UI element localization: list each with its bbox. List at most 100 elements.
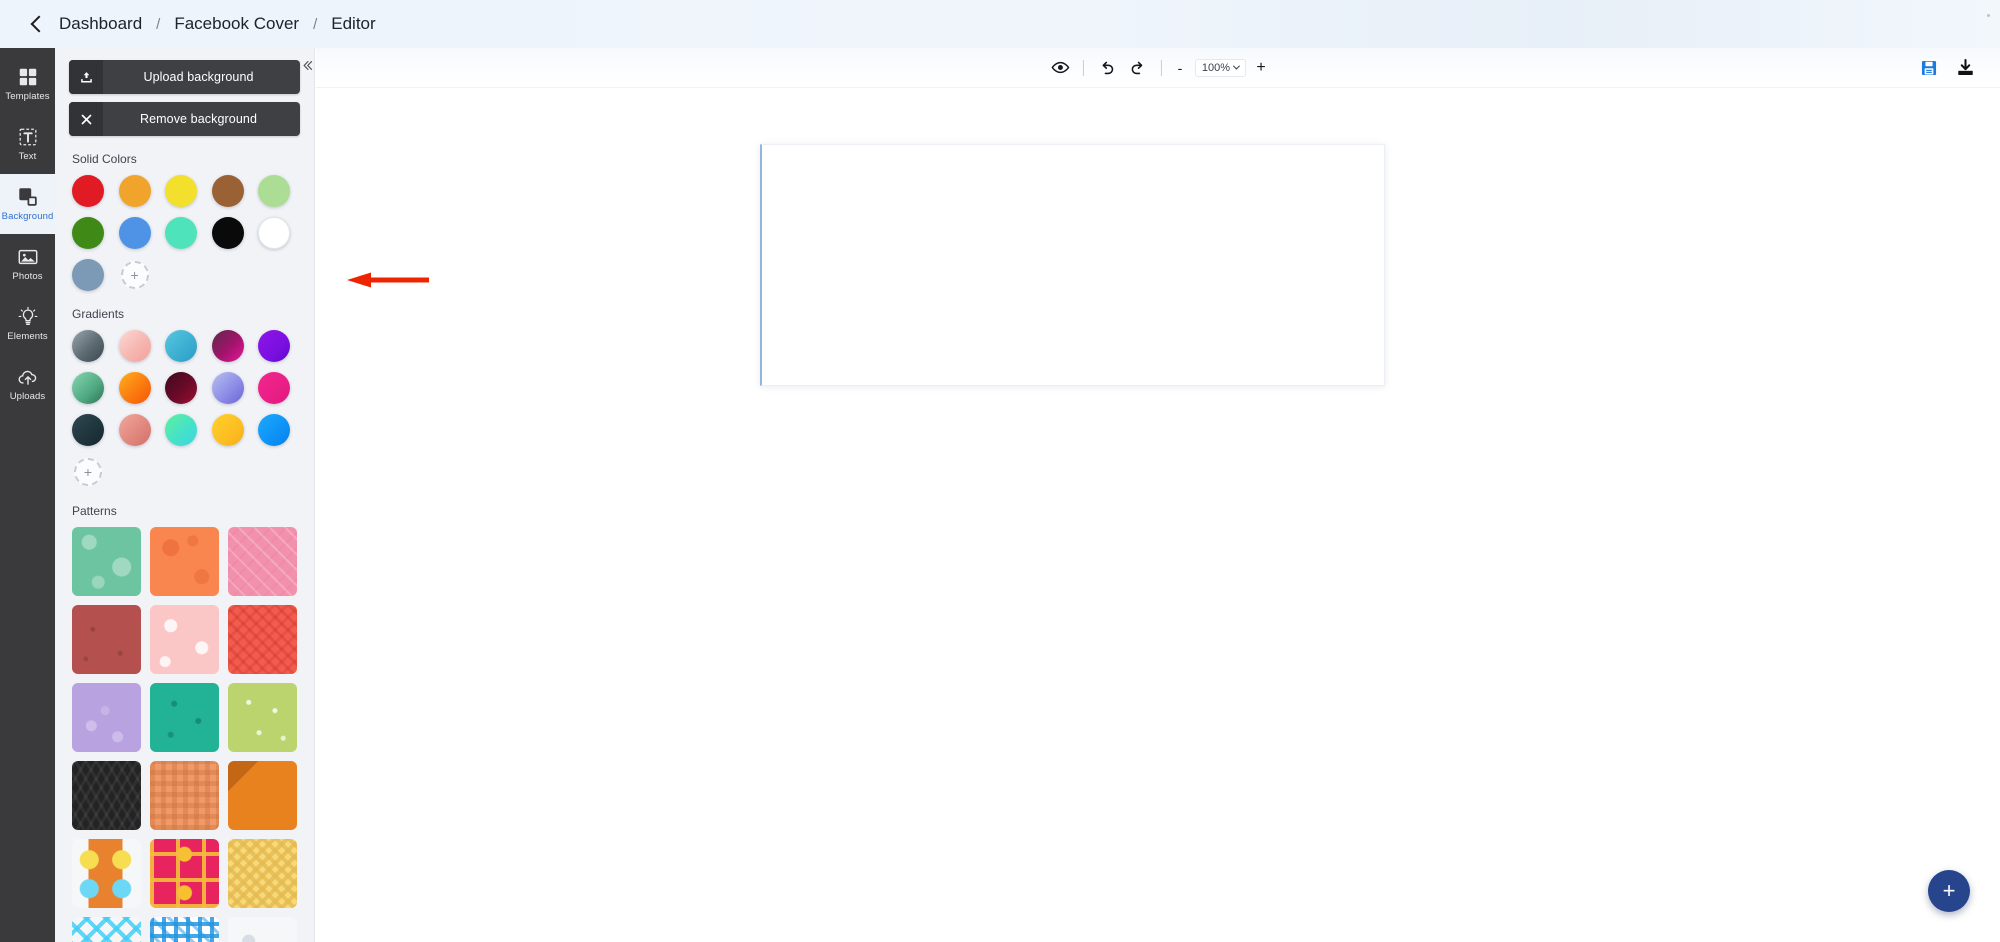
gradient-swatch[interactable] (72, 372, 104, 404)
remove-background-label: Remove background (139, 112, 258, 126)
sidebar-rail: Templates Text Background Photos Element… (0, 48, 55, 942)
orange-blobs-pattern[interactable] (150, 527, 219, 596)
remove-background-button[interactable]: Remove background (69, 102, 300, 136)
upload-background-label: Upload background (143, 70, 254, 84)
white-snowflake-pattern[interactable] (228, 917, 297, 942)
preview-button[interactable] (1049, 57, 1071, 79)
gradient-swatch[interactable] (211, 372, 244, 404)
solid-color-swatch[interactable] (72, 175, 104, 207)
breadcrumb-item-facebook-cover[interactable]: Facebook Cover (174, 14, 299, 34)
chevron-double-left-icon (303, 60, 312, 70)
lime-sparkle-pattern[interactable] (228, 683, 297, 752)
breadcrumb-separator: / (313, 15, 318, 33)
solid-color-swatch[interactable] (72, 259, 104, 291)
toolbar-divider (1082, 59, 1084, 76)
mint-dots-pattern[interactable] (72, 527, 141, 596)
zoom-level-value: 100% (1201, 61, 1231, 74)
eye-icon (1050, 61, 1069, 74)
brick-red-dots-pattern[interactable] (72, 605, 141, 674)
sidebar-item-label: Elements (7, 331, 48, 343)
solid-color-swatch[interactable] (72, 217, 104, 249)
sidebar-item-label: Uploads (9, 391, 46, 403)
undo-button[interactable] (1096, 57, 1118, 79)
pink-hearts-pattern[interactable] (150, 605, 219, 674)
breadcrumb-item-dashboard[interactable]: Dashboard (59, 14, 142, 34)
solid-color-swatch[interactable] (211, 217, 244, 249)
sidebar-item-photos[interactable]: Photos (0, 234, 55, 294)
solid-color-swatch[interactable] (211, 175, 244, 207)
gradient-swatch[interactable] (72, 414, 104, 446)
gradient-swatch[interactable] (258, 414, 291, 446)
save-button[interactable] (1918, 57, 1940, 79)
design-canvas[interactable] (760, 144, 1385, 386)
top-bar: Dashboard / Facebook Cover / Editor (0, 0, 2000, 48)
sidebar-item-uploads[interactable]: Uploads (0, 354, 55, 414)
background-panel: Upload background Remove background Soli… (55, 48, 315, 942)
yellow-beads-pattern[interactable] (72, 839, 141, 908)
image-icon (18, 250, 37, 265)
zoom-out-button[interactable]: - (1174, 57, 1186, 79)
gradient-swatch[interactable] (258, 330, 291, 362)
chevron-down-icon (1233, 62, 1241, 70)
gradient-swatch[interactable] (165, 372, 198, 404)
sidebar-item-templates[interactable]: Templates (0, 54, 55, 114)
lilac-hearts-pattern[interactable] (72, 683, 141, 752)
layers-square-icon (18, 188, 37, 206)
gradient-swatch[interactable] (211, 330, 244, 362)
zoom-in-button[interactable]: + (1255, 57, 1267, 79)
canvas-toolbar: - 100% + (316, 48, 2000, 88)
cloud-upload-icon (18, 371, 36, 386)
sidebar-item-label: Text (18, 151, 37, 163)
solid-color-swatch[interactable] (258, 175, 291, 207)
solid-color-swatch[interactable] (118, 217, 151, 249)
sidebar-item-label: Background (1, 211, 54, 223)
add-solid-color-button[interactable]: + (120, 261, 149, 289)
red-crosshatch-pattern[interactable] (228, 605, 297, 674)
add-gradient-button[interactable]: + (74, 458, 102, 486)
gradient-swatch[interactable] (72, 330, 104, 362)
solid-color-swatch[interactable] (165, 175, 198, 207)
solid-color-swatch[interactable] (165, 217, 198, 249)
pink-confetti-pattern[interactable] (228, 527, 297, 596)
panel-collapse-toggle[interactable] (297, 55, 317, 75)
orange-mosaic-pattern[interactable] (150, 761, 219, 830)
crimson-floral-pattern[interactable] (150, 839, 219, 908)
add-floating-button[interactable]: + (1928, 870, 1970, 912)
upload-background-button[interactable]: Upload background (69, 60, 300, 94)
gradient-swatch[interactable] (118, 372, 151, 404)
solid-colors-title: Solid Colors (72, 152, 137, 166)
solid-color-swatch[interactable] (258, 217, 291, 249)
editor-app: Dashboard / Facebook Cover / Editor Temp… (0, 0, 2000, 942)
patterns-grid (69, 527, 300, 942)
arrow-left-icon (323, 268, 431, 292)
download-button[interactable] (1954, 57, 1976, 79)
gradient-swatch[interactable] (165, 414, 198, 446)
toolbar-divider (1160, 59, 1162, 76)
grid-icon (19, 69, 36, 86)
cyan-ribbon-pattern[interactable] (72, 917, 141, 942)
gradient-swatch[interactable] (258, 372, 291, 404)
lightbulb-icon (18, 307, 37, 326)
gradient-swatch[interactable] (118, 414, 151, 446)
redo-button[interactable] (1127, 57, 1149, 79)
teal-dots-pattern[interactable] (150, 683, 219, 752)
gradient-swatch[interactable] (211, 414, 244, 446)
chevron-left-icon[interactable] (30, 15, 48, 33)
undo-icon (1102, 61, 1114, 74)
gradient-swatch[interactable] (165, 330, 198, 362)
orange-solid-pattern[interactable] (228, 761, 297, 830)
gradients-title: Gradients (72, 307, 125, 321)
blue-tile-pattern[interactable] (150, 917, 219, 942)
sidebar-item-text[interactable]: Text (0, 114, 55, 174)
floppy-save-icon (1921, 60, 1937, 75)
breadcrumb: Dashboard / Facebook Cover / Editor (30, 14, 376, 34)
gradient-swatch[interactable] (118, 330, 151, 362)
solid-color-swatch[interactable] (118, 175, 151, 207)
sidebar-item-background[interactable]: Background (0, 174, 55, 234)
black-arrow-pattern[interactable] (72, 761, 141, 830)
topbar-dot (1987, 14, 1990, 17)
sidebar-item-elements[interactable]: Elements (0, 294, 55, 354)
zoom-level-select[interactable]: 100% (1194, 58, 1247, 77)
yellow-weave-pattern[interactable] (228, 839, 297, 908)
close-x-icon (69, 102, 103, 136)
